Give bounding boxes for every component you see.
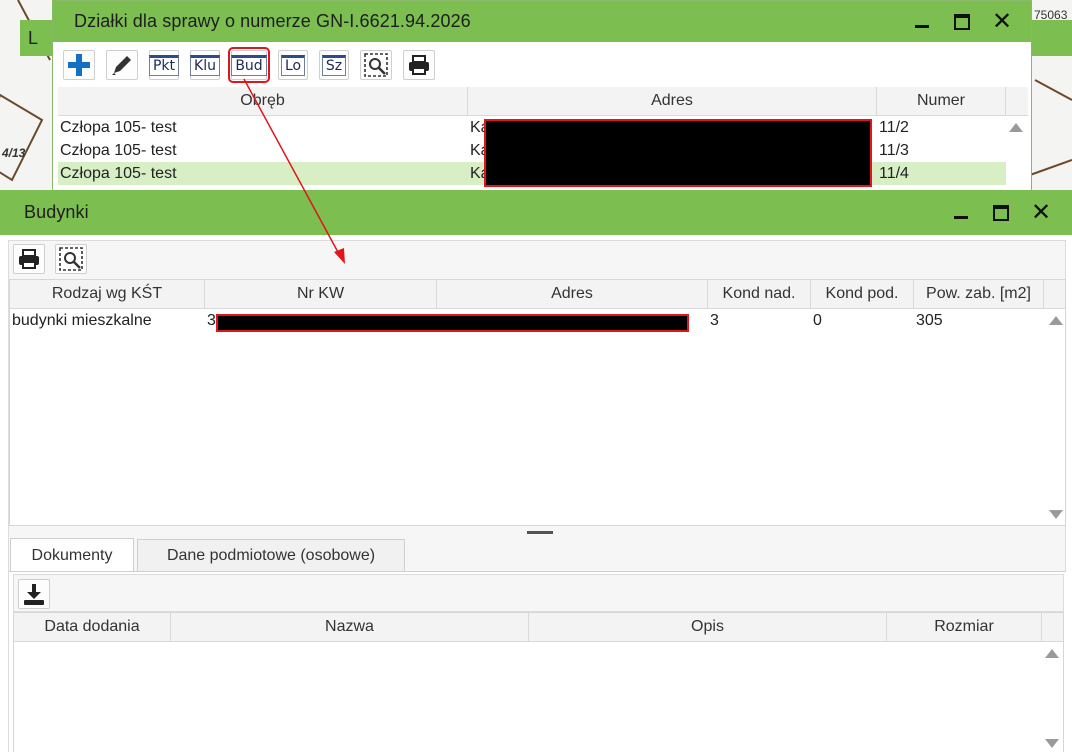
maximize-button[interactable] (951, 11, 973, 33)
dzialki-scroll-up[interactable] (1009, 123, 1023, 132)
redacted-nr-kw (216, 314, 689, 332)
background-strip-right (1030, 20, 1072, 56)
close-button[interactable]: ✕ (991, 9, 1013, 33)
documents-panel: Data dodania Nazwa Opis Rozmiar (9, 571, 1066, 752)
pkt-label: Pkt (148, 54, 180, 76)
printer-icon (19, 249, 39, 269)
zoom-select-button[interactable] (55, 244, 87, 274)
dzialki-window-controls: ✕ (911, 1, 1013, 42)
cell-rodzaj: budynki mieszkalne (12, 312, 152, 329)
budynki-titlebar[interactable]: Budynki ✕ (0, 190, 1072, 235)
budynki-scroll-down[interactable] (1049, 510, 1063, 519)
tab-dokumenty[interactable]: Dokumenty (10, 538, 134, 572)
sz-label: Sz (321, 54, 347, 76)
budynki-table-header: Rodzaj wg KŚT Nr KW Adres Kond nad. Kond… (10, 280, 1065, 309)
dzialki-window: Działki dla sprawy o numerze GN-I.6621.9… (52, 0, 1032, 192)
budynki-window-controls: ✕ (950, 190, 1052, 235)
klu-button[interactable]: Klu (190, 50, 220, 80)
col-adres[interactable]: Adres (437, 280, 708, 308)
pkt-button[interactable]: Pkt (148, 50, 180, 80)
close-button[interactable]: ✕ (1030, 200, 1052, 224)
documents-table: Data dodania Nazwa Opis Rozmiar (13, 612, 1064, 752)
budynki-table: Rodzaj wg KŚT Nr KW Adres Kond nad. Kond… (9, 279, 1066, 526)
cell-kond-pod: 0 (813, 312, 822, 329)
klu-label: Klu (190, 54, 220, 76)
documents-scroll-up[interactable] (1045, 649, 1059, 658)
cell-kond-nad: 3 (710, 312, 719, 329)
bud-button[interactable]: Bud (228, 47, 270, 83)
pencil-icon (112, 56, 131, 75)
minimize-button[interactable] (911, 11, 933, 33)
budynki-toolbar (13, 244, 87, 274)
lo-button[interactable]: Lo (278, 50, 308, 80)
cell-obreb: Człopa 105- test (60, 118, 177, 136)
tab-dane-podmiotowe[interactable]: Dane podmiotowe (osobowe) (137, 539, 405, 571)
budynki-window: Budynki ✕ Rodzaj wg KŚT Nr KW Adres Kond… (0, 190, 1072, 752)
printer-icon (409, 55, 429, 75)
budynki-scroll-up[interactable] (1049, 316, 1063, 325)
col-obreb[interactable]: Obręb (58, 87, 468, 115)
col-numer[interactable]: Numer (877, 87, 1006, 115)
cell-numer: 11/2 (879, 118, 909, 136)
documents-toolbar (13, 574, 1064, 612)
print-button[interactable] (13, 244, 45, 274)
col-opis[interactable]: Opis (529, 613, 887, 641)
print-button[interactable] (403, 50, 435, 80)
download-icon (24, 584, 44, 605)
documents-table-header: Data dodania Nazwa Opis Rozmiar (14, 613, 1063, 642)
minimize-button[interactable] (950, 202, 972, 224)
documents-scroll-down[interactable] (1045, 739, 1059, 748)
col-spacer (1006, 87, 1028, 115)
col-kond-nad[interactable]: Kond nad. (708, 280, 811, 308)
tab-dane-podmiotowe-label: Dane podmiotowe (osobowe) (166, 546, 376, 564)
col-adres[interactable]: Adres (468, 87, 877, 115)
add-button[interactable] (63, 50, 95, 80)
col-nr-kw[interactable]: Nr KW (205, 280, 437, 308)
budynki-title: Budynki (24, 202, 89, 222)
col-rozmiar[interactable]: Rozmiar (887, 613, 1042, 641)
sz-button[interactable]: Sz (319, 50, 349, 80)
splitter-handle[interactable] (527, 531, 553, 534)
col-pow-zab[interactable]: Pow. zab. [m2] (914, 280, 1044, 308)
download-button[interactable] (18, 579, 50, 609)
budynki-body: Rodzaj wg KŚT Nr KW Adres Kond nad. Kond… (8, 240, 1066, 752)
col-kond-pod[interactable]: Kond pod. (811, 280, 914, 308)
cell-obreb: Człopa 105- test (60, 164, 177, 182)
col-nazwa[interactable]: Nazwa (171, 613, 529, 641)
cell-numer: 11/3 (879, 141, 909, 159)
plus-icon (68, 54, 90, 76)
dzialki-title: Działki dla sprawy o numerze GN-I.6621.9… (74, 11, 471, 31)
cell-pow-zab: 305 (916, 312, 943, 329)
map-corner-text: 75063 (1034, 8, 1068, 22)
bud-label: Bud (231, 54, 267, 76)
col-rodzaj[interactable]: Rodzaj wg KŚT (10, 280, 205, 308)
background-tab-label: L (28, 27, 39, 48)
edit-button[interactable] (106, 50, 138, 80)
dzialki-table-header: Obręb Adres Numer (58, 87, 1028, 116)
background-tab[interactable]: L (20, 20, 56, 56)
lo-label: Lo (280, 54, 306, 76)
zoom-select-icon (59, 247, 83, 271)
maximize-button[interactable] (990, 202, 1012, 224)
zoom-select-icon (364, 53, 388, 77)
redacted-address (484, 119, 872, 187)
map-parcel-label: 4/13 (2, 146, 26, 160)
dzialki-table: Obręb Adres Numer Człopa 105- test Ka 11… (58, 87, 1028, 191)
col-spacer (1044, 280, 1065, 308)
col-spacer (1042, 613, 1063, 641)
cell-numer: 11/4 (879, 164, 909, 182)
tab-dokumenty-label: Dokumenty (31, 546, 113, 564)
dzialki-titlebar[interactable]: Działki dla sprawy o numerze GN-I.6621.9… (53, 1, 1031, 42)
dzialki-toolbar: Pkt Klu Bud Lo Sz (63, 47, 435, 83)
cell-obreb: Człopa 105- test (60, 141, 177, 159)
col-data-dodania[interactable]: Data dodania (14, 613, 171, 641)
zoom-select-button[interactable] (360, 50, 392, 80)
